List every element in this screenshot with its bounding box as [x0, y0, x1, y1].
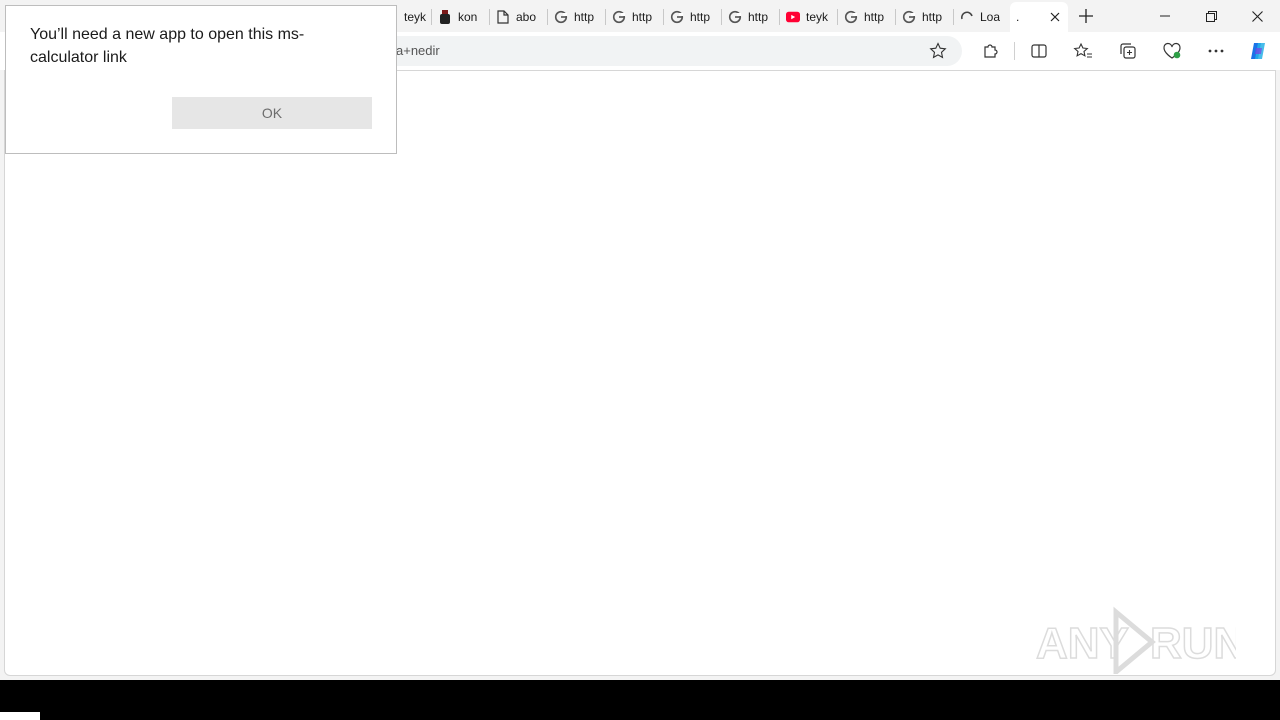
google-icon: [902, 10, 916, 24]
loading-spinner-icon: [960, 10, 974, 24]
ink-bottle-icon: [438, 10, 452, 24]
youtube-icon: [786, 10, 800, 24]
heart-pulse-icon: [1163, 42, 1181, 59]
tab-title: kon: [458, 10, 478, 24]
tab-title: http: [632, 10, 653, 24]
restore-button[interactable]: [1188, 0, 1234, 32]
close-window-button[interactable]: [1234, 0, 1280, 32]
page-content: [4, 70, 1276, 676]
dialog-message: You’ll need a new app to open this ms-ca…: [30, 26, 305, 66]
tab-8[interactable]: http: [838, 4, 896, 30]
minimize-icon: [1160, 15, 1170, 17]
restore-icon: [1205, 10, 1217, 22]
google-icon: [554, 10, 568, 24]
tab-5[interactable]: http: [664, 4, 722, 30]
tab-4[interactable]: http: [606, 4, 664, 30]
open-app-dialog: You’ll need a new app to open this ms-ca…: [5, 5, 397, 154]
browser-essentials-button[interactable]: [1157, 36, 1187, 66]
puzzle-icon: [984, 44, 998, 58]
ok-button[interactable]: OK: [172, 97, 372, 129]
google-icon: [612, 10, 626, 24]
google-icon: [728, 10, 742, 24]
tab-active[interactable]: .: [1010, 2, 1068, 32]
watermark-text-right: RUN: [1150, 619, 1236, 668]
url-text[interactable]: a+nedir: [396, 43, 440, 58]
tab-title: teyk: [404, 10, 426, 24]
tab-title: abo: [516, 10, 537, 24]
google-icon: [844, 10, 858, 24]
copilot-button[interactable]: [1243, 36, 1273, 66]
collections-icon: [1120, 43, 1136, 59]
tab-1[interactable]: kon: [432, 4, 490, 30]
settings-menu-button[interactable]: [1201, 36, 1231, 66]
taskbar-fragment: [0, 712, 40, 720]
tab-2[interactable]: abo: [490, 4, 548, 30]
minimize-button[interactable]: [1142, 0, 1188, 32]
copilot-icon: [1251, 43, 1265, 59]
favorite-star-button[interactable]: [923, 36, 953, 66]
tab-title: Loa: [980, 10, 1001, 24]
favorites-button[interactable]: [1068, 36, 1098, 66]
tab-3[interactable]: http: [548, 4, 606, 30]
split-screen-icon: [1031, 44, 1047, 58]
tab-title: http: [922, 10, 943, 24]
new-tab-button[interactable]: [1070, 0, 1102, 32]
browser-window: teyk kon abo http http http http teyk ht…: [0, 0, 1280, 680]
tab-title: http: [690, 10, 711, 24]
favorites-list-icon: [1073, 42, 1092, 58]
tab-6[interactable]: http: [722, 4, 780, 30]
collections-button[interactable]: [1113, 36, 1143, 66]
tab-title: .: [1016, 10, 1020, 24]
google-icon: [670, 10, 684, 24]
tab-title: teyk: [806, 10, 829, 24]
close-icon: [1251, 10, 1263, 22]
tab-title: http: [864, 10, 885, 24]
more-dots-icon: [1208, 49, 1224, 53]
split-screen-button[interactable]: [1024, 36, 1054, 66]
extensions-button[interactable]: [976, 36, 1006, 66]
document-icon: [496, 10, 510, 24]
tab-10[interactable]: Loa: [954, 4, 1010, 30]
star-icon: [929, 42, 947, 59]
anyrun-watermark: ANY RUN: [1035, 606, 1246, 678]
tab-title: http: [748, 10, 769, 24]
close-tab-icon[interactable]: [1048, 10, 1062, 24]
toolbar-divider: [1014, 42, 1015, 60]
tab-7[interactable]: teyk: [780, 4, 838, 30]
tab-title: http: [574, 10, 595, 24]
plus-icon: [1079, 9, 1093, 23]
anyrun-logo-icon: ANY RUN: [1035, 606, 1246, 678]
tab-9[interactable]: http: [896, 4, 954, 30]
tab-0[interactable]: teyk: [398, 4, 432, 30]
